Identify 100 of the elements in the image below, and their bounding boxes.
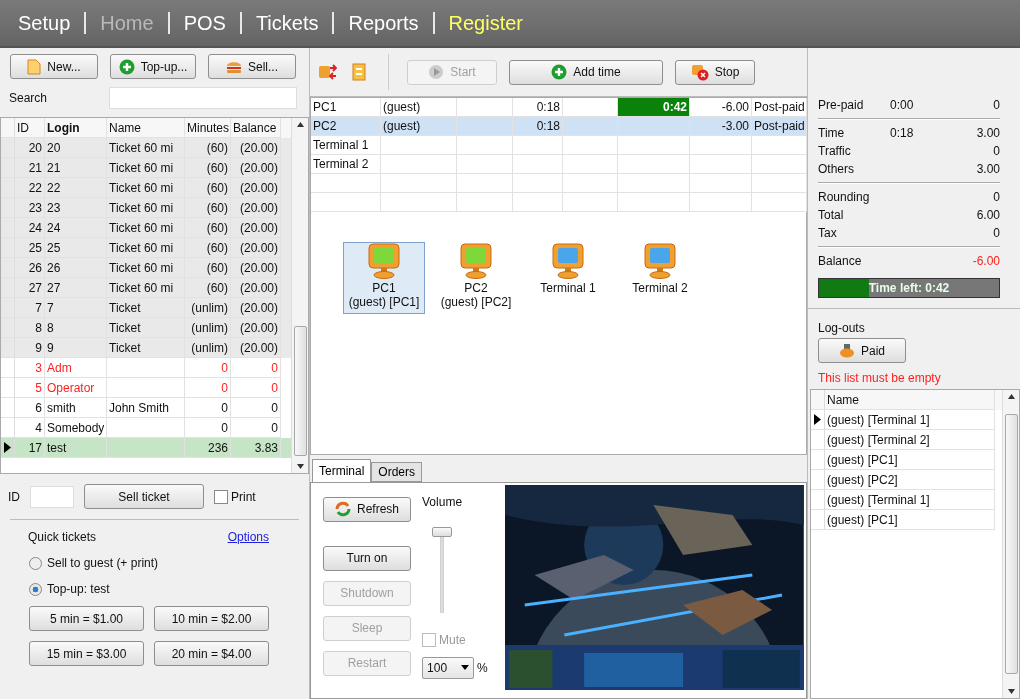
computer-tile[interactable]: Terminal 2 xyxy=(619,242,701,314)
radio-button[interactable] xyxy=(29,556,42,570)
section-title: Log-outs xyxy=(818,321,866,335)
stop-icon xyxy=(690,63,709,81)
volume-label: Volume xyxy=(422,494,464,509)
radio-label: Sell to guest (+ print) xyxy=(47,556,159,570)
table-cell: 0:42 xyxy=(618,98,690,117)
table-row[interactable]: 22 22 Ticket 60 mi (60) (20.00) xyxy=(1,178,291,198)
id-label: ID xyxy=(8,489,20,504)
table-row[interactable]: 8 8 Ticket (unlim) (20.00) xyxy=(1,318,291,338)
monitor-icon xyxy=(367,243,401,279)
balance-label: Balance xyxy=(818,253,863,270)
summary-label: Rounding xyxy=(818,189,871,206)
row-pointer-icon xyxy=(4,442,11,453)
computer-tile[interactable]: Terminal 1 xyxy=(527,242,609,314)
volume-dropdown[interactable]: 100 xyxy=(422,656,475,679)
table-row[interactable]: 25 25 Ticket 60 mi (60) (20.00) xyxy=(1,238,291,258)
summary-label: Others xyxy=(818,161,855,178)
monitor-icon xyxy=(459,243,493,279)
table-row[interactable]: 23 23 Ticket 60 mi (60) (20.00) xyxy=(1,198,291,218)
scroll-up-icon[interactable] xyxy=(296,122,304,127)
monitor-icon xyxy=(643,243,677,279)
summary-label: Total xyxy=(818,207,845,224)
nav-link[interactable]: Setup xyxy=(18,11,71,35)
page-icon xyxy=(27,58,42,75)
monitor-icon xyxy=(551,243,585,279)
row-pointer-icon xyxy=(814,414,821,425)
table-row[interactable]: 17 test 236 3.83 xyxy=(1,438,291,458)
summary-label: Traffic xyxy=(818,143,852,160)
summary-amount: 0 xyxy=(992,189,1000,206)
scrollbar[interactable] xyxy=(291,118,308,473)
nav-link[interactable]: Tickets xyxy=(255,11,319,35)
plus-icon xyxy=(118,58,135,75)
quick-ticket-button[interactable]: 10 min = $2.00 xyxy=(154,606,269,631)
radio-label: Top-up: test xyxy=(47,582,110,596)
computer-tile[interactable]: PC1 (guest) [PC1] xyxy=(343,242,425,314)
swap-icon[interactable] xyxy=(318,63,338,81)
sell-ticket-button[interactable]: Sell ticket xyxy=(84,484,204,509)
table-row[interactable]: 24 24 Ticket 60 mi (60) (20.00) xyxy=(1,218,291,238)
quick-ticket-button[interactable]: 5 min = $1.00 xyxy=(29,606,144,631)
summary-time: 0:18 xyxy=(890,126,914,140)
table-row[interactable]: 27 27 Ticket 60 mi (60) (20.00) xyxy=(1,278,291,298)
purse-icon xyxy=(839,343,855,358)
caret-icon xyxy=(461,665,470,670)
options-link[interactable]: Options xyxy=(227,530,269,544)
print-checkbox[interactable] xyxy=(214,489,228,504)
plus-icon xyxy=(551,64,568,80)
summary-amount: 0 xyxy=(992,97,1000,114)
unit-label: % xyxy=(477,660,488,675)
radio-button[interactable] xyxy=(29,582,42,596)
table-cell: 17 xyxy=(15,438,45,458)
summary-label: Time xyxy=(818,125,846,142)
toolbar-button[interactable]: Add time xyxy=(509,59,663,85)
search-field[interactable] xyxy=(109,87,297,109)
table-row[interactable]: 9 9 Ticket (unlim) (20.00) xyxy=(1,338,291,358)
tab[interactable]: Terminal xyxy=(312,458,372,482)
print-label: Print xyxy=(231,489,256,504)
summary-label: Pre-paid xyxy=(818,97,865,114)
nav-link[interactable]: POS xyxy=(183,11,226,35)
summary-amount: 6.00 xyxy=(975,207,1000,224)
paid-button[interactable]: Paid xyxy=(818,338,906,363)
toolbar-button[interactable]: Top-up... xyxy=(110,54,196,79)
refresh-icon xyxy=(335,501,351,517)
scroll-down-icon[interactable] xyxy=(1007,689,1015,694)
id-field[interactable] xyxy=(30,485,74,508)
terminal-button[interactable]: Turn on xyxy=(323,545,411,571)
scrollbar[interactable] xyxy=(1002,390,1019,698)
table-cell: test xyxy=(45,438,107,458)
scroll-down-icon[interactable] xyxy=(296,464,304,469)
balance-amount: -6.00 xyxy=(971,253,1000,270)
summary-amount: 0 xyxy=(992,225,1000,242)
toolbar-button[interactable]: New... xyxy=(10,54,98,79)
quick-ticket-button[interactable]: 20 min = $4.00 xyxy=(154,641,269,666)
table-row[interactable]: 20 20 Ticket 60 mi (60) (20.00) xyxy=(1,138,291,158)
burger-icon xyxy=(226,59,242,74)
tab[interactable]: Orders xyxy=(371,461,423,482)
session-row[interactable]: Terminal 1 xyxy=(311,136,806,155)
table-row[interactable]: 26 26 Ticket 60 mi (60) (20.00) xyxy=(1,258,291,278)
warning-text: This list must be empty xyxy=(818,371,942,385)
document-icon[interactable] xyxy=(352,63,366,81)
nav-link[interactable]: Register xyxy=(448,11,523,35)
table-row[interactable]: 21 21 Ticket 60 mi (60) (20.00) xyxy=(1,158,291,178)
summary-time: 0:00 xyxy=(890,98,914,112)
toolbar-button[interactable]: Stop xyxy=(675,59,755,85)
play-icon xyxy=(428,64,445,80)
table-cell: 3.83 xyxy=(231,438,281,458)
mute-label: Mute xyxy=(439,632,466,647)
computer-tile[interactable]: PC2 (guest) [PC2] xyxy=(435,242,517,314)
session-row[interactable]: Terminal 2 xyxy=(311,155,806,174)
terminal-button[interactable]: Refresh xyxy=(323,496,411,522)
table-row[interactable]: 7 7 Ticket (unlim) (20.00) xyxy=(1,298,291,318)
summary-amount: 3.00 xyxy=(975,125,1000,142)
toolbar-button[interactable]: Sell... xyxy=(208,54,296,79)
nav-link[interactable]: Reports xyxy=(348,11,419,35)
section-title: Quick tickets xyxy=(28,530,96,544)
quick-ticket-button[interactable]: 15 min = $3.00 xyxy=(29,641,144,666)
session-row[interactable]: PC2 (guest) 0:18 -3.00 Post-paid xyxy=(311,117,806,136)
scroll-up-icon[interactable] xyxy=(1007,394,1015,399)
summary-amount: 3.00 xyxy=(975,161,1000,178)
session-row[interactable]: PC1 (guest) 0:18 0:42 -6.00 Post-paid xyxy=(311,98,806,117)
